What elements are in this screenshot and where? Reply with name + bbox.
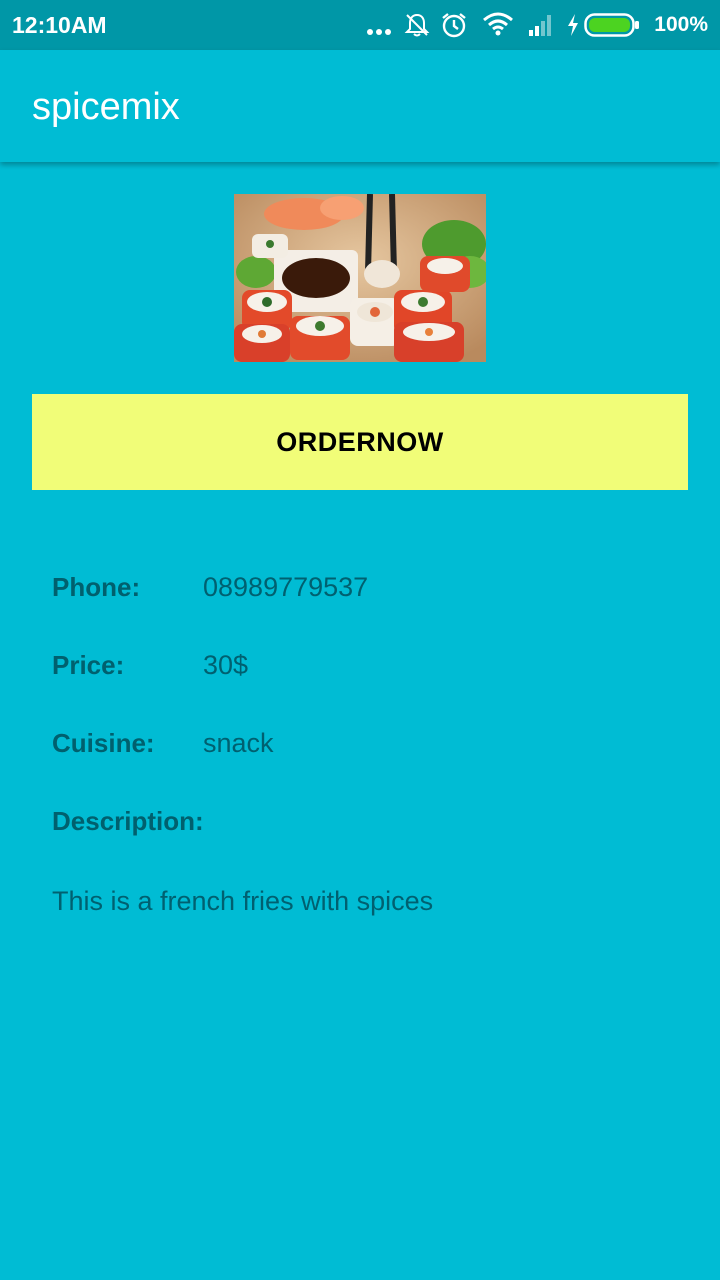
battery-icon: [584, 13, 639, 37]
signal-icon: [529, 15, 551, 36]
price-value: 30$: [203, 650, 249, 680]
phone-value: 08989779537: [203, 572, 369, 602]
description-row: Description:: [52, 806, 672, 846]
phone-label: Phone:: [52, 572, 141, 602]
status-bar: 12:10AM 100%: [0, 0, 720, 50]
notifications-off-icon: [404, 13, 430, 37]
more-dots-icon: [367, 29, 391, 35]
status-time: 12:10AM: [12, 12, 107, 38]
wifi-icon: [483, 12, 513, 36]
battery-percent: 100%: [654, 13, 708, 36]
cuisine-value: snack: [203, 728, 274, 758]
food-image: [234, 194, 486, 362]
description-text: This is a french fries with spices: [52, 886, 434, 916]
app-title: spicemix: [32, 86, 180, 128]
price-label: Price:: [52, 650, 125, 680]
app-bar: spicemix: [0, 50, 720, 162]
price-row: Price: 30$: [52, 650, 672, 690]
charging-icon: [568, 14, 578, 36]
cuisine-row: Cuisine: snack: [52, 728, 672, 768]
alarm-icon: [442, 13, 466, 38]
cuisine-label: Cuisine:: [52, 728, 155, 758]
phone-row: Phone: 08989779537: [52, 572, 672, 612]
description-label: Description:: [52, 806, 204, 836]
order-now-button[interactable]: ORDERNOW: [32, 394, 688, 490]
